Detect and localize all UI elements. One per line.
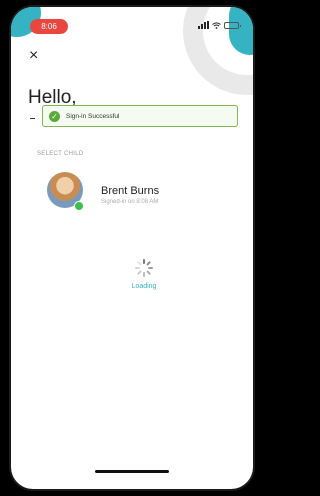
status-time: 8:06 bbox=[30, 19, 68, 34]
status-bar: 8:06 bbox=[11, 7, 253, 37]
close-icon[interactable]: × bbox=[29, 48, 38, 64]
loading-label: Loading bbox=[131, 282, 157, 290]
check-icon: ✓ bbox=[49, 110, 60, 122]
system-icons bbox=[198, 21, 241, 29]
online-status-icon bbox=[74, 201, 84, 211]
select-child-label: SELECT CHILD bbox=[37, 151, 84, 157]
spinner-icon bbox=[135, 258, 153, 277]
sign-in-toast: ✓ Sign-in Successful bbox=[42, 105, 238, 127]
child-list-item[interactable]: Brent Burns Signed-in on 8:08 AM bbox=[43, 168, 223, 212]
battery-icon bbox=[224, 21, 241, 29]
phone-screen: 8:06 × Hello, ✓ Sign-in Successful SELEC… bbox=[11, 7, 253, 489]
child-signin-status: Signed-in on 8:08 AM bbox=[101, 199, 159, 205]
home-indicator[interactable] bbox=[95, 470, 169, 473]
wifi-icon bbox=[212, 21, 221, 29]
toast-message: Sign-in Successful bbox=[66, 112, 120, 120]
greeting-underline bbox=[30, 118, 35, 119]
child-name: Brent Burns bbox=[101, 185, 160, 197]
loading-indicator: Loading bbox=[117, 247, 171, 301]
signal-icon bbox=[198, 21, 209, 29]
